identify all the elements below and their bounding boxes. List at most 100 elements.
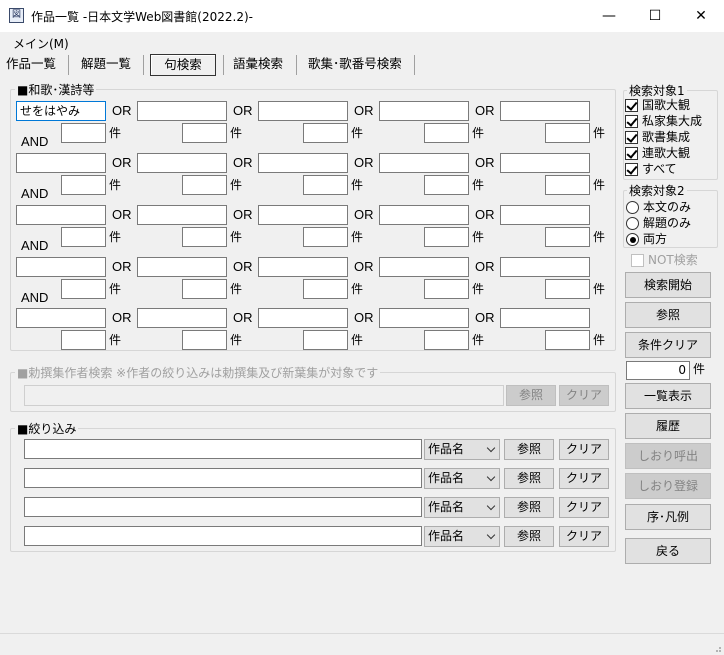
tab-separator	[296, 55, 297, 75]
condition-clear-button[interactable]: 条件クリア	[625, 332, 711, 358]
term-input-r2-c1[interactable]	[16, 153, 106, 173]
tab-separator	[68, 55, 69, 75]
term-input-r1-c2[interactable]	[137, 101, 227, 121]
filter-input[interactable]	[24, 526, 422, 546]
count-unit-label: 件	[109, 126, 122, 140]
count-unit-label: 件	[351, 333, 364, 347]
result-count-unit: 件	[693, 362, 706, 376]
filter-ref-button[interactable]: 参照	[504, 497, 554, 518]
term-input-r3-c3[interactable]	[258, 205, 348, 225]
tab-work-list[interactable]: 作品一覧	[2, 54, 60, 76]
term-input-r3-c4[interactable]	[379, 205, 469, 225]
filter-input[interactable]	[24, 468, 422, 488]
target1-checkbox-2[interactable]	[625, 115, 638, 128]
term-input-r1-c1[interactable]: せをはやみ	[16, 101, 106, 121]
or-label: OR	[475, 310, 495, 325]
author-ref-button[interactable]: 参照	[506, 385, 556, 406]
term-count-r5-c4	[424, 330, 469, 350]
target1-checkbox-4[interactable]	[625, 147, 638, 160]
term-input-r1-c3[interactable]	[258, 101, 348, 121]
filter-clear-button[interactable]: クリア	[559, 497, 609, 518]
term-input-r4-c4[interactable]	[379, 257, 469, 277]
count-unit-label: 件	[109, 178, 122, 192]
author-input[interactable]	[24, 385, 504, 406]
term-count-r2-c1	[61, 175, 106, 195]
or-label: OR	[233, 207, 253, 222]
term-count-r5-c5	[545, 330, 590, 350]
term-count-r4-c3	[303, 279, 348, 299]
term-input-r1-c4[interactable]	[379, 101, 469, 121]
preface-legend-button[interactable]: 序･凡例	[625, 504, 711, 530]
list-display-button[interactable]: 一覧表示	[625, 383, 711, 409]
filter-input[interactable]	[24, 439, 422, 459]
term-input-r4-c5[interactable]	[500, 257, 590, 277]
filter-type-value: 作品名	[428, 471, 465, 485]
term-input-r5-c4[interactable]	[379, 308, 469, 328]
term-input-r3-c1[interactable]	[16, 205, 106, 225]
term-input-r5-c5[interactable]	[500, 308, 590, 328]
tab-vocabulary-search[interactable]: 語彙検索	[229, 54, 287, 76]
search-start-button[interactable]: 検索開始	[625, 272, 711, 298]
history-button[interactable]: 履歴	[625, 413, 711, 439]
target2-radio-3[interactable]	[626, 233, 639, 246]
filter-clear-button[interactable]: クリア	[559, 526, 609, 547]
tab-anthology-number-search[interactable]: 歌集･歌番号検索	[304, 54, 406, 76]
reference-button[interactable]: 参照	[625, 302, 711, 328]
filter-ref-button[interactable]: 参照	[504, 439, 554, 460]
chevron-down-icon	[486, 501, 496, 511]
chevron-down-icon	[486, 443, 496, 453]
term-count-r2-c2	[182, 175, 227, 195]
term-input-r3-c5[interactable]	[500, 205, 590, 225]
filter-clear-button[interactable]: クリア	[559, 468, 609, 489]
count-unit-label: 件	[230, 230, 243, 244]
term-input-r5-c3[interactable]	[258, 308, 348, 328]
filter-ref-button[interactable]: 参照	[504, 468, 554, 489]
bookmark-recall-button[interactable]: しおり呼出	[625, 443, 711, 469]
term-input-r4-c3[interactable]	[258, 257, 348, 277]
target1-checkbox-5[interactable]	[625, 163, 638, 176]
menu-main[interactable]: メイン(M)	[13, 35, 69, 52]
term-count-r1-c1	[61, 123, 106, 143]
app-icon: 図	[9, 8, 24, 23]
close-button[interactable]: ✕	[678, 0, 724, 32]
filter-ref-button[interactable]: 参照	[504, 526, 554, 547]
target1-checkbox-1[interactable]	[625, 99, 638, 112]
term-input-r4-c2[interactable]	[137, 257, 227, 277]
filter-input[interactable]	[24, 497, 422, 517]
back-button[interactable]: 戻る	[625, 538, 711, 564]
term-input-r2-c2[interactable]	[137, 153, 227, 173]
filter-clear-button[interactable]: クリア	[559, 439, 609, 460]
or-label: OR	[354, 310, 374, 325]
term-count-r4-c4	[424, 279, 469, 299]
target2-radio-2[interactable]	[626, 217, 639, 230]
tab-commentary-list[interactable]: 解題一覧	[77, 54, 135, 76]
result-count-field: 0	[626, 361, 690, 380]
term-count-r1-c2	[182, 123, 227, 143]
not-search-checkbox[interactable]	[631, 254, 644, 267]
target2-option-label: 本文のみ	[643, 200, 692, 214]
filter-type-select[interactable]: 作品名	[424, 497, 500, 518]
term-input-r2-c3[interactable]	[258, 153, 348, 173]
author-clear-button[interactable]: クリア	[559, 385, 609, 406]
term-input-r5-c1[interactable]	[16, 308, 106, 328]
filter-type-select[interactable]: 作品名	[424, 526, 500, 547]
target1-checkbox-3[interactable]	[625, 131, 638, 144]
resize-grip-icon[interactable]	[712, 643, 722, 653]
target2-radio-1[interactable]	[626, 201, 639, 214]
term-count-r3-c5	[545, 227, 590, 247]
term-input-r3-c2[interactable]	[137, 205, 227, 225]
term-input-r4-c1[interactable]	[16, 257, 106, 277]
filter-type-select[interactable]: 作品名	[424, 439, 500, 460]
target2-option-label: 解題のみ	[643, 216, 692, 230]
or-label: OR	[112, 155, 132, 170]
maximize-button[interactable]: ☐	[632, 0, 678, 32]
term-input-r5-c2[interactable]	[137, 308, 227, 328]
tab-phrase-search[interactable]: 句検索	[150, 54, 216, 76]
term-input-r2-c4[interactable]	[379, 153, 469, 173]
term-input-r1-c5[interactable]	[500, 101, 590, 121]
minimize-button[interactable]: —	[586, 0, 632, 32]
filter-type-select[interactable]: 作品名	[424, 468, 500, 489]
term-input-r2-c5[interactable]	[500, 153, 590, 173]
target1-option-label: 連歌大観	[642, 146, 691, 160]
bookmark-register-button[interactable]: しおり登録	[625, 473, 711, 499]
